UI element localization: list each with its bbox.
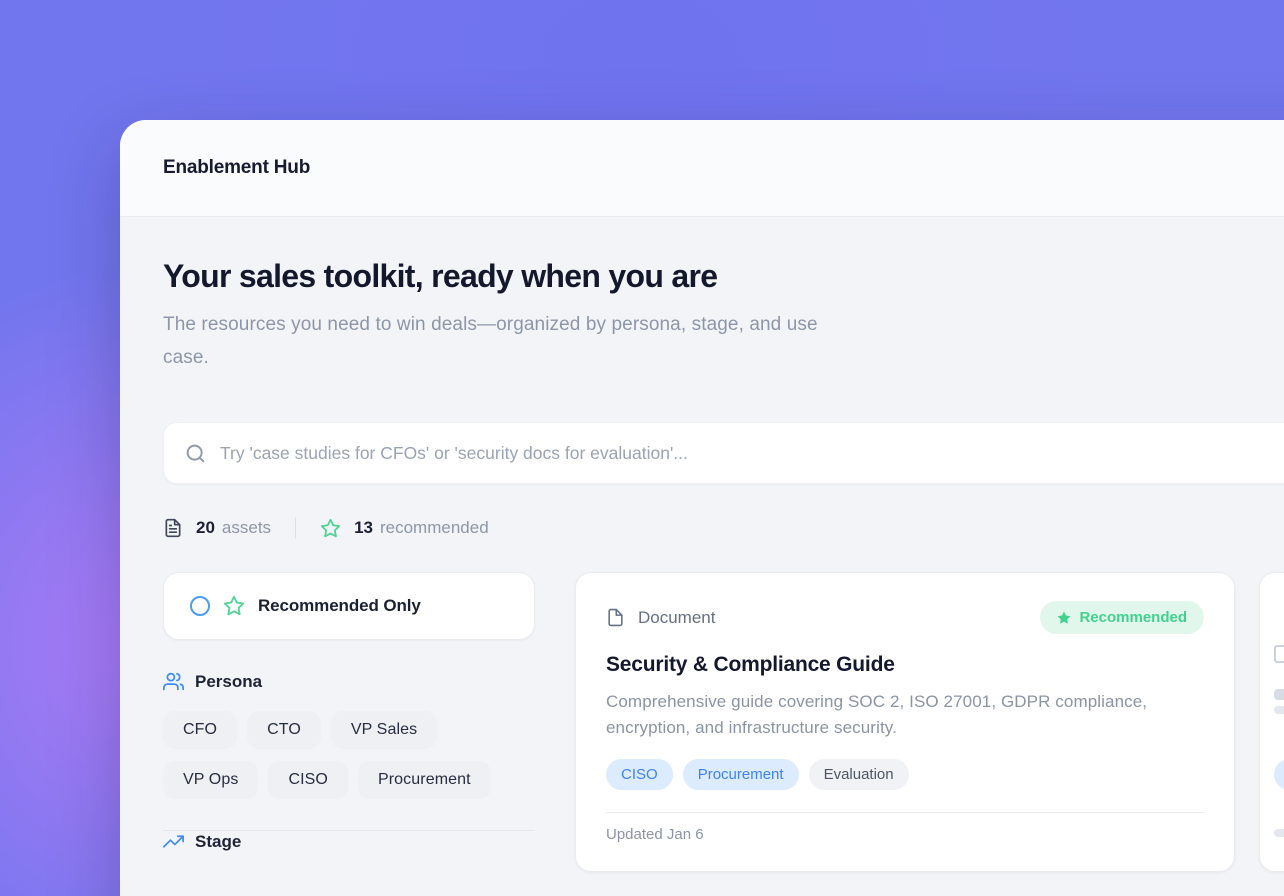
card-header-row: Document Recommended [606, 601, 1204, 634]
file-text-icon [163, 518, 183, 538]
stats-divider [295, 517, 296, 539]
app-window: Enablement Hub Your sales toolkit, ready… [120, 120, 1284, 896]
card-tag-evaluation: Evaluation [809, 759, 909, 790]
persona-chip-cfo[interactable]: CFO [163, 711, 237, 749]
recommended-label: recommended [380, 518, 489, 538]
search-input[interactable] [220, 443, 1284, 464]
search-icon [185, 443, 206, 464]
stage-section-label: Stage [195, 832, 241, 852]
star-filled-icon [1057, 611, 1071, 625]
file-icon [606, 608, 625, 627]
recommended-only-label: Recommended Only [258, 596, 421, 616]
star-outline-icon [223, 595, 245, 617]
recommended-badge: Recommended [1040, 601, 1204, 634]
page-background: Enablement Hub Your sales toolkit, ready… [0, 0, 1284, 896]
filters-sidebar: Recommended Only Persona CFO CTO VP Sales V… [163, 572, 535, 852]
card-type: Document [606, 608, 715, 628]
card-tag-ciso: CISO [606, 759, 673, 790]
persona-chip-cto[interactable]: CTO [247, 711, 321, 749]
persona-chips: CFO CTO VP Sales VP Ops CISO Procurement [163, 711, 535, 799]
recommended-only-toggle[interactable]: Recommended Only [163, 572, 535, 640]
persona-section-label: Persona [195, 672, 262, 692]
app-header: Enablement Hub [120, 120, 1284, 217]
content-columns: Recommended Only Persona CFO CTO VP Sales V… [163, 572, 1284, 872]
card-updated-date: Updated Jan 6 [606, 813, 1204, 856]
recommended-badge-label: Recommended [1079, 609, 1187, 626]
app-title: Enablement Hub [163, 157, 310, 179]
card-tag-procurement: Procurement [683, 759, 799, 790]
card-type-label: Document [638, 608, 715, 628]
asset-card-security-compliance-guide[interactable]: Document Recommended Security & Complian… [575, 572, 1235, 872]
recommended-only-radio[interactable] [190, 596, 210, 616]
trending-up-icon [163, 831, 184, 852]
card-description: Comprehensive guide covering SOC 2, ISO … [606, 689, 1171, 741]
card-text-fragment [1274, 706, 1284, 714]
users-icon [163, 671, 184, 692]
persona-chip-procurement[interactable]: Procurement [358, 761, 491, 799]
star-outline-icon [320, 518, 341, 539]
asset-card-partial[interactable] [1259, 572, 1284, 872]
main-content: Your sales toolkit, ready when you are T… [120, 217, 1284, 872]
page-subtitle: The resources you need to win deals—orga… [163, 309, 863, 374]
file-icon [1274, 645, 1284, 663]
card-title: Security & Compliance Guide [606, 653, 1204, 677]
stage-section-header: Stage [163, 831, 535, 852]
stats-row: 20 assets 13 recommended [163, 517, 1284, 539]
persona-chip-ciso[interactable]: CISO [268, 761, 348, 799]
recommended-count: 13 [354, 518, 373, 538]
persona-section-header: Persona [163, 671, 535, 692]
asset-cards-grid: Document Recommended Security & Complian… [575, 572, 1284, 872]
assets-count: 20 [196, 518, 215, 538]
persona-chip-vp-ops[interactable]: VP Ops [163, 761, 258, 799]
search-bar[interactable] [163, 422, 1284, 484]
page-title: Your sales toolkit, ready when you are [163, 258, 1284, 295]
assets-label: assets [222, 518, 271, 538]
card-text-fragment [1274, 829, 1284, 837]
assets-stat: 20 assets [163, 518, 271, 538]
persona-chip-vp-sales[interactable]: VP Sales [331, 711, 437, 749]
recommended-stat: 13 recommended [320, 518, 489, 539]
card-tag-fragment [1274, 759, 1284, 790]
card-tags: CISO Procurement Evaluation [606, 759, 1204, 790]
card-text-fragment [1274, 689, 1284, 700]
